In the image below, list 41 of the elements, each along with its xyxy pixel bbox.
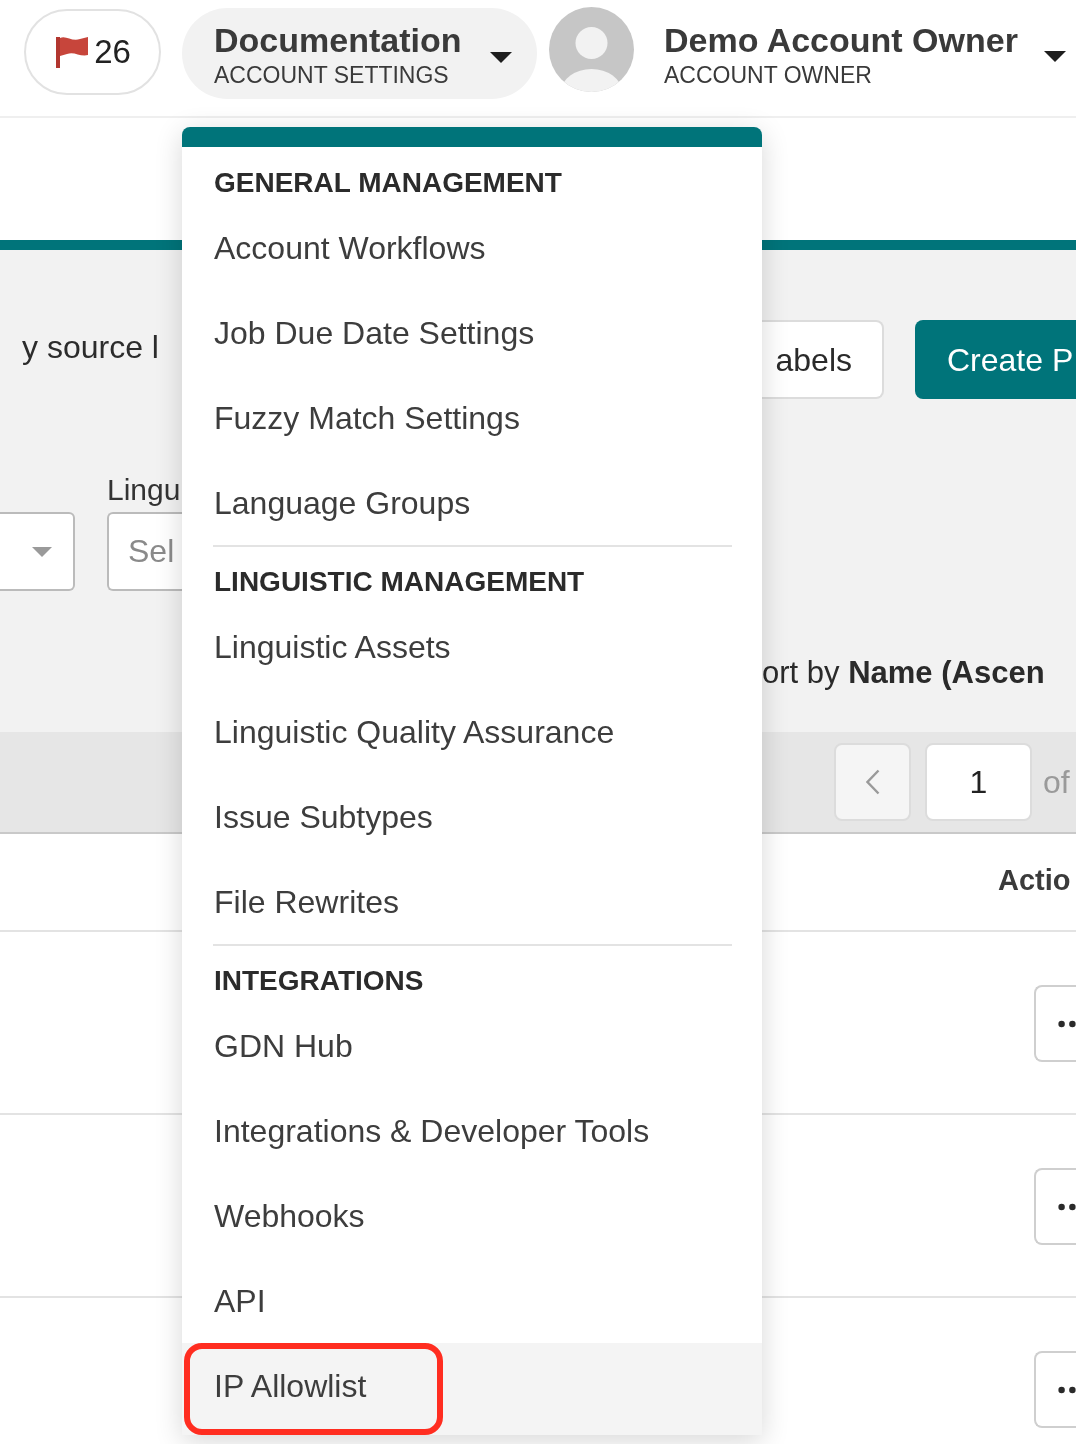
menu-item[interactable]: Account Workflows [182,205,762,290]
menu-item[interactable]: File Rewrites [182,859,762,944]
dots-icon [1058,1202,1076,1211]
menu-item[interactable]: Linguistic Assets [182,604,762,689]
chevron-left-icon [865,769,880,795]
section-heading: INTEGRATIONS [213,964,425,998]
menu-item[interactable]: Fuzzy Match Settings [182,375,762,460]
input-field[interactable]: Sel [107,512,182,591]
more-button[interactable] [1034,985,1076,1062]
create-button[interactable]: Create P [915,320,1076,399]
page-total-text: of [1043,763,1070,802]
column-header: Actio [998,863,1071,898]
menu-item[interactable]: IP Allowlist [182,1343,762,1435]
caret-icon [32,546,52,557]
flag-icon [54,36,89,68]
dropdown-field[interactable] [0,512,75,591]
menu-item[interactable]: API [182,1258,762,1343]
dots-icon [1058,1385,1076,1394]
more-button[interactable] [1034,1351,1076,1428]
menu-item[interactable]: Issue Subtypes [182,774,762,859]
sort-text: ort by Name (Ascen [762,654,1045,692]
caret-icon [490,52,512,63]
avatar-icon [549,7,634,92]
menu-item[interactable]: Language Groups [182,460,762,545]
dots-icon [1058,1019,1076,1028]
account-menu[interactable]: Demo Account Owner ACCOUNT OWNER [664,20,1066,90]
menu-item[interactable]: Job Due Date Settings [182,290,762,375]
labels-button[interactable]: abels [762,320,884,399]
flag-count-button[interactable]: 26 [24,9,161,95]
menu-item[interactable]: Linguistic Quality Assurance [182,689,762,774]
section-heading: LINGUISTIC MANAGEMENT [213,565,586,599]
workspace-switcher[interactable]: Documentation ACCOUNT SETTINGS [182,8,537,99]
menu-item[interactable]: Webhooks [182,1173,762,1258]
page-number-field[interactable]: 1 [925,743,1032,821]
menu-item[interactable]: Integrations & Developer Tools [182,1088,762,1173]
field-label: Lingu [107,472,181,508]
more-button[interactable] [1034,1168,1076,1245]
description-text: y source l [22,328,159,367]
section-heading: GENERAL MANAGEMENT [213,166,563,200]
menu-item[interactable]: GDN Hub [182,1003,762,1088]
caret-icon [1043,51,1066,62]
